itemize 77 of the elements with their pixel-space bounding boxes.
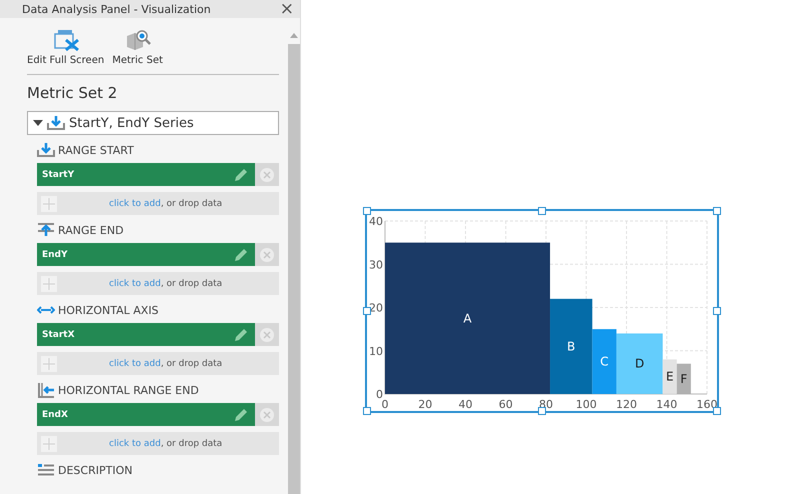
drop-hint: click to add, or drop data (109, 278, 222, 288)
drop-hint: click to add, or drop data (109, 358, 222, 368)
bar-label: D (634, 356, 644, 371)
add-link[interactable]: click to add (109, 358, 161, 368)
add-button[interactable] (41, 436, 57, 452)
section-heading: HORIZONTAL AXIS (58, 304, 159, 316)
left-arrow-bar-icon (37, 382, 55, 398)
section-heading: RANGE START (58, 144, 134, 156)
drop-hint: click to add, or drop data (109, 438, 222, 448)
close-button[interactable]: × (280, 1, 294, 17)
x-tick-label: 40 (458, 398, 472, 411)
field-chip[interactable]: StartX (37, 323, 256, 346)
y-tick-label: 40 (369, 215, 383, 228)
y-tick-label: 20 (369, 302, 383, 314)
resize-handle[interactable] (713, 207, 721, 215)
plus-icon (43, 358, 55, 370)
download-tray-icon (47, 115, 65, 131)
add-link[interactable]: click to add (109, 438, 161, 448)
add-button[interactable] (41, 276, 57, 292)
bar (676, 364, 691, 394)
y-tick-label: 10 (369, 344, 383, 358)
scroll-up-icon (290, 32, 298, 38)
resize-handle[interactable] (538, 207, 546, 215)
resize-handle[interactable] (363, 207, 371, 215)
close-circle-icon (259, 246, 276, 262)
text-lines-icon (37, 462, 55, 478)
bar-label: C (600, 354, 609, 369)
plus-icon (43, 198, 55, 210)
bar-label: F (680, 372, 688, 386)
plus-icon (43, 278, 55, 290)
remove-button[interactable] (255, 403, 280, 426)
x-tick-label: 60 (498, 398, 513, 411)
x-tick-label: 140 (656, 398, 678, 411)
section-heading: DESCRIPTION (58, 464, 132, 476)
bar-label: E (666, 370, 674, 384)
x-tick-label: 20 (418, 398, 432, 411)
pencil-icon (233, 166, 250, 182)
add-button[interactable] (41, 356, 57, 372)
bar-label: A (463, 311, 472, 326)
x-tick-label: 100 (576, 398, 597, 411)
add-link[interactable]: click to add (109, 198, 161, 208)
close-circle-icon (259, 166, 276, 182)
pencil-icon (233, 246, 250, 262)
drop-hint: click to add, or drop data (109, 198, 222, 208)
section-heading: HORIZONTAL RANGE END (58, 384, 199, 396)
field-chip[interactable]: EndY (37, 243, 256, 266)
field-chip[interactable]: EndX (37, 403, 256, 426)
series-dropdown[interactable]: StartY, EndY Series (27, 111, 280, 135)
section-heading: RANGE END (58, 224, 124, 236)
panel-title: Data Analysis Panel - Visualization (22, 2, 211, 16)
remove-button[interactable] (255, 243, 280, 266)
toolbar-button[interactable]: Edit Full Screen (27, 28, 104, 66)
x-tick-label: 0 (382, 398, 388, 411)
toolbar-button[interactable]: Metric Set (112, 28, 163, 66)
x-tick-label: 120 (616, 398, 637, 411)
add-link[interactable]: click to add (109, 278, 161, 288)
upload-tray-icon (37, 222, 55, 238)
resize-handle[interactable] (363, 407, 371, 415)
resize-handle[interactable] (538, 407, 546, 415)
plus-icon (43, 438, 55, 450)
pencil-icon (233, 406, 250, 422)
bar-label: B (567, 339, 576, 354)
remove-button[interactable] (255, 163, 280, 186)
add-button[interactable] (41, 196, 57, 212)
close-circle-icon (259, 326, 276, 342)
resize-handle[interactable] (713, 407, 721, 415)
metric-set-title: Metric Set 2 (27, 83, 118, 104)
y-tick-label: 0 (376, 388, 383, 401)
field-chip[interactable]: StartY (37, 163, 256, 186)
download-tray-icon (37, 142, 55, 158)
grid-cross-icon (52, 28, 80, 52)
pencil-icon (233, 326, 250, 342)
resize-handle[interactable] (713, 307, 721, 315)
remove-button[interactable] (255, 323, 280, 346)
y-tick-label: 30 (369, 258, 383, 272)
close-circle-icon (259, 406, 276, 422)
resize-handle[interactable] (363, 307, 371, 315)
